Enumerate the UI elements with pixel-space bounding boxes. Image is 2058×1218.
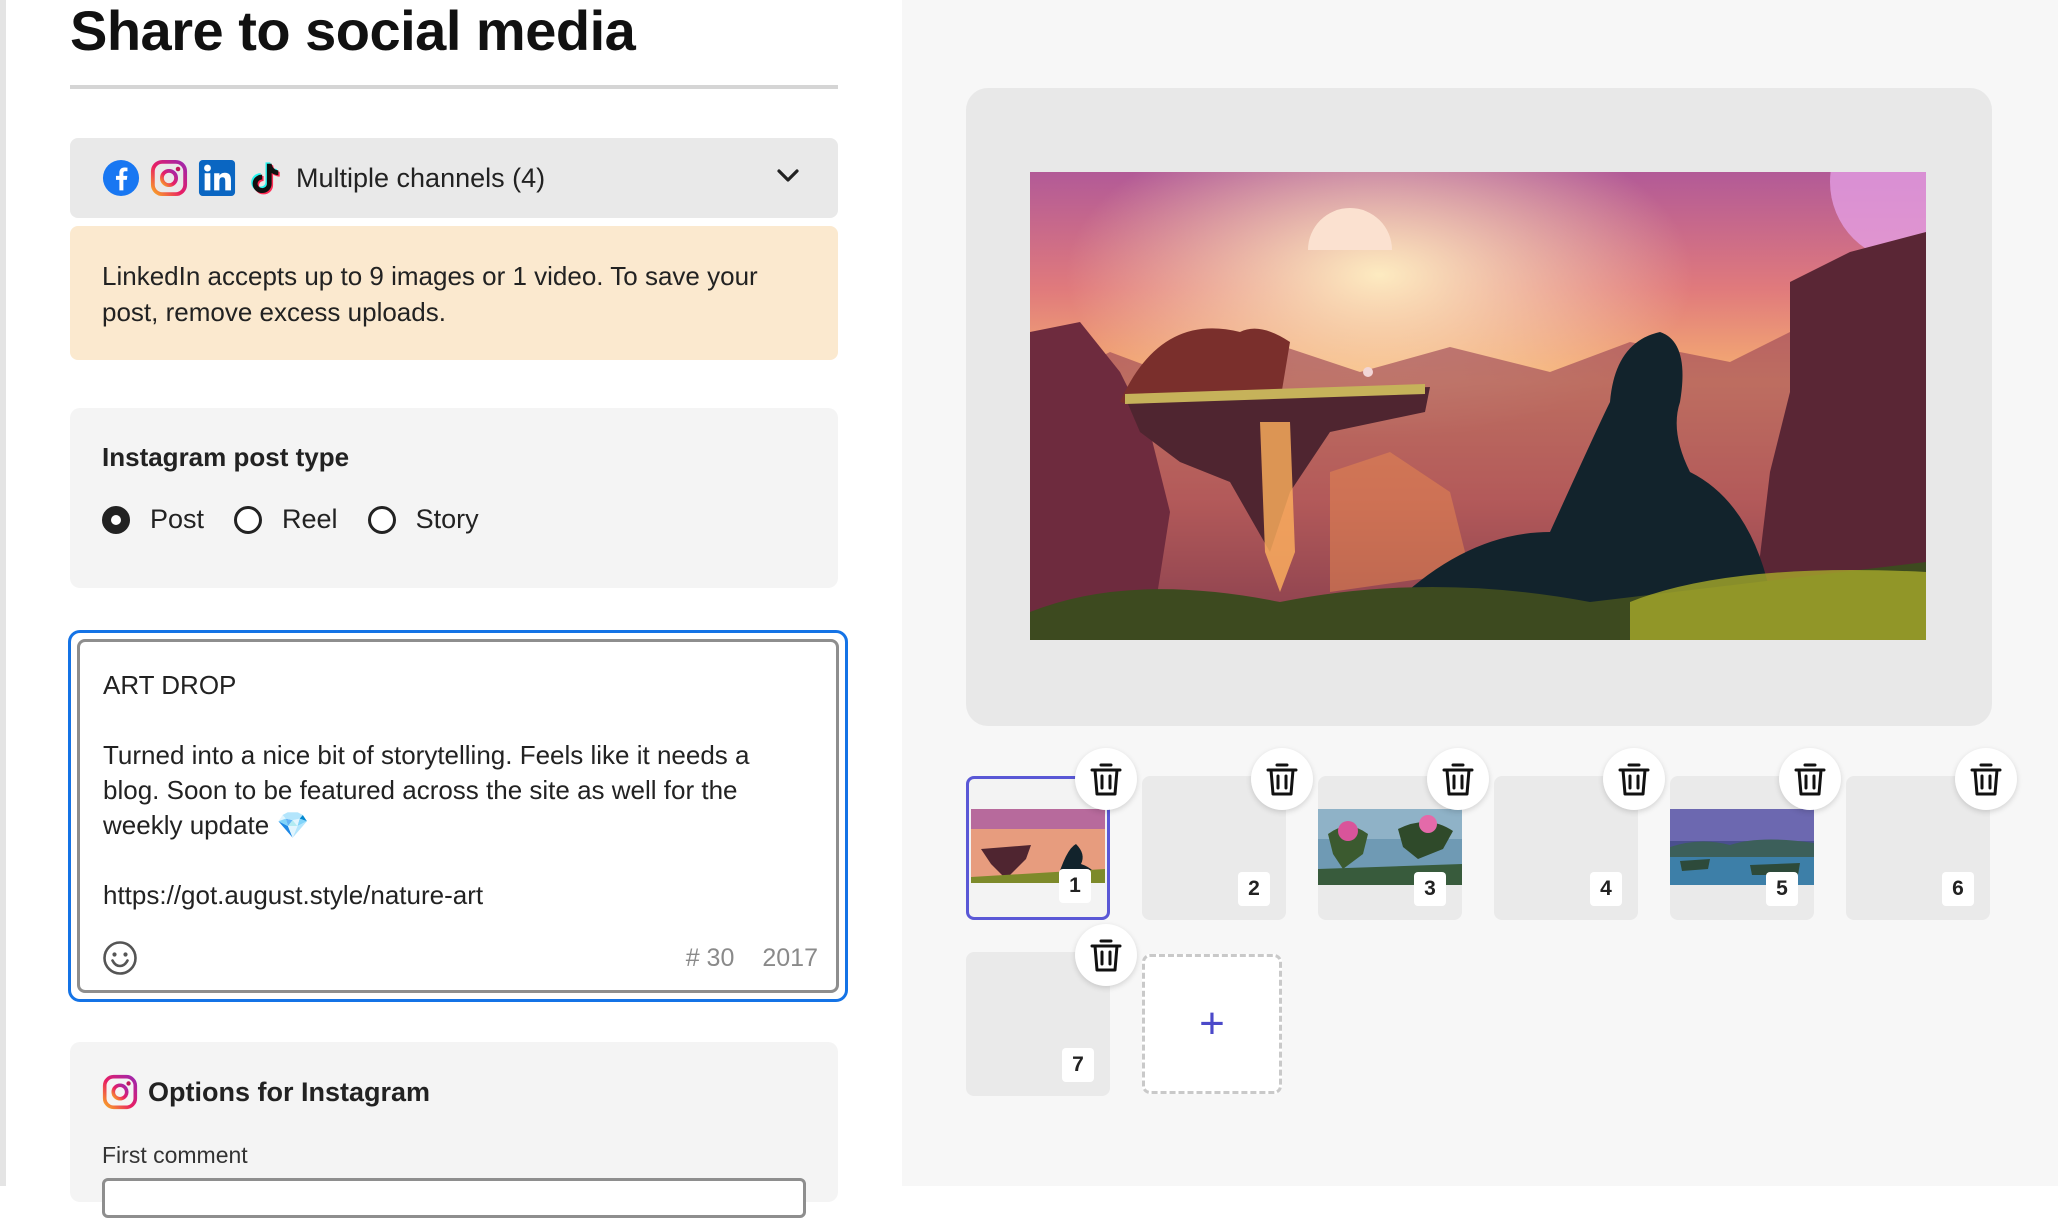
delete-media-3-button[interactable]	[1427, 748, 1489, 810]
delete-media-5-button[interactable]	[1779, 748, 1841, 810]
radio-post-indicator[interactable]	[102, 505, 130, 534]
delete-media-2-button[interactable]	[1251, 748, 1313, 810]
channel-selector[interactable]: Multiple channels (4)	[70, 138, 838, 218]
instagram-options-heading: Options for Instagram	[102, 1074, 430, 1110]
delete-media-6-button[interactable]	[1955, 748, 2017, 810]
instagram-icon	[102, 1074, 138, 1110]
thumbnail-number: 4	[1590, 872, 1622, 906]
preview-frame	[966, 88, 1992, 726]
first-comment-label: First comment	[102, 1142, 248, 1168]
page-title: Share to social media	[70, 0, 636, 62]
media-panel: 1 2 3 4 5 6 7 +	[902, 0, 2058, 1186]
post-type-radio-group: Post Reel Story	[102, 504, 509, 535]
radio-story-indicator[interactable]	[367, 505, 396, 534]
channel-label: Multiple channels (4)	[296, 162, 546, 193]
trash-icon	[1266, 763, 1298, 796]
caption-text[interactable]: ART DROP Turned into a nice bit of story…	[103, 668, 803, 913]
first-comment-input[interactable]	[102, 1178, 806, 1218]
delete-media-1-button[interactable]	[1075, 748, 1137, 810]
thumbnail-number: 5	[1766, 872, 1798, 906]
hashtag-count: # 30	[685, 944, 735, 972]
linkedin-icon	[198, 159, 236, 197]
thumbnail-number: 6	[1942, 872, 1974, 906]
instagram-icon	[150, 159, 188, 197]
trash-icon	[1618, 763, 1650, 796]
caption-focus-ring: ART DROP Turned into a nice bit of story…	[68, 630, 848, 1002]
character-count: 2017	[762, 944, 818, 972]
radio-reel-label: Reel	[282, 504, 338, 534]
post-type-heading: Instagram post type	[102, 442, 350, 472]
radio-reel-indicator[interactable]	[234, 505, 263, 534]
caption-textarea[interactable]: ART DROP Turned into a nice bit of story…	[77, 639, 839, 993]
compose-panel: Share to social media Multiple channels …	[6, 0, 902, 1218]
title-divider	[70, 85, 838, 89]
trash-icon	[1090, 763, 1122, 796]
thumbnail-number: 1	[1059, 869, 1091, 903]
radio-post[interactable]: Post	[102, 504, 204, 535]
thumbnail-number: 2	[1238, 872, 1270, 906]
instagram-options-card: Options for Instagram First comment	[70, 1042, 838, 1218]
add-media-button[interactable]: +	[1142, 954, 1282, 1094]
instagram-options-title: Options for Instagram	[148, 1076, 431, 1107]
tiktok-icon	[251, 162, 280, 195]
emoji-icon[interactable]	[102, 940, 138, 976]
trash-icon	[1970, 763, 2002, 796]
upload-limit-notice: LinkedIn accepts up to 9 images or 1 vid…	[70, 226, 838, 360]
channel-icons	[102, 159, 284, 197]
thumbnail-number: 3	[1414, 872, 1446, 906]
radio-story-label: Story	[415, 504, 479, 534]
plus-icon: +	[1199, 999, 1225, 1048]
facebook-icon	[102, 159, 140, 197]
trash-icon	[1090, 939, 1122, 972]
fantasy-landscape-image	[1030, 172, 1926, 640]
radio-story[interactable]: Story	[367, 504, 479, 535]
radio-reel[interactable]: Reel	[234, 504, 338, 535]
trash-icon	[1442, 763, 1474, 796]
chevron-down-icon[interactable]	[774, 162, 802, 190]
delete-media-7-button[interactable]	[1075, 924, 1137, 986]
preview-image	[1030, 172, 1926, 640]
thumbnail-number: 7	[1062, 1048, 1094, 1082]
instagram-post-type-card: Instagram post type Post Reel Story	[70, 408, 838, 588]
delete-media-4-button[interactable]	[1603, 748, 1665, 810]
trash-icon	[1794, 763, 1826, 796]
radio-post-label: Post	[150, 504, 205, 534]
caption-counters: # 30 2017	[686, 944, 818, 973]
